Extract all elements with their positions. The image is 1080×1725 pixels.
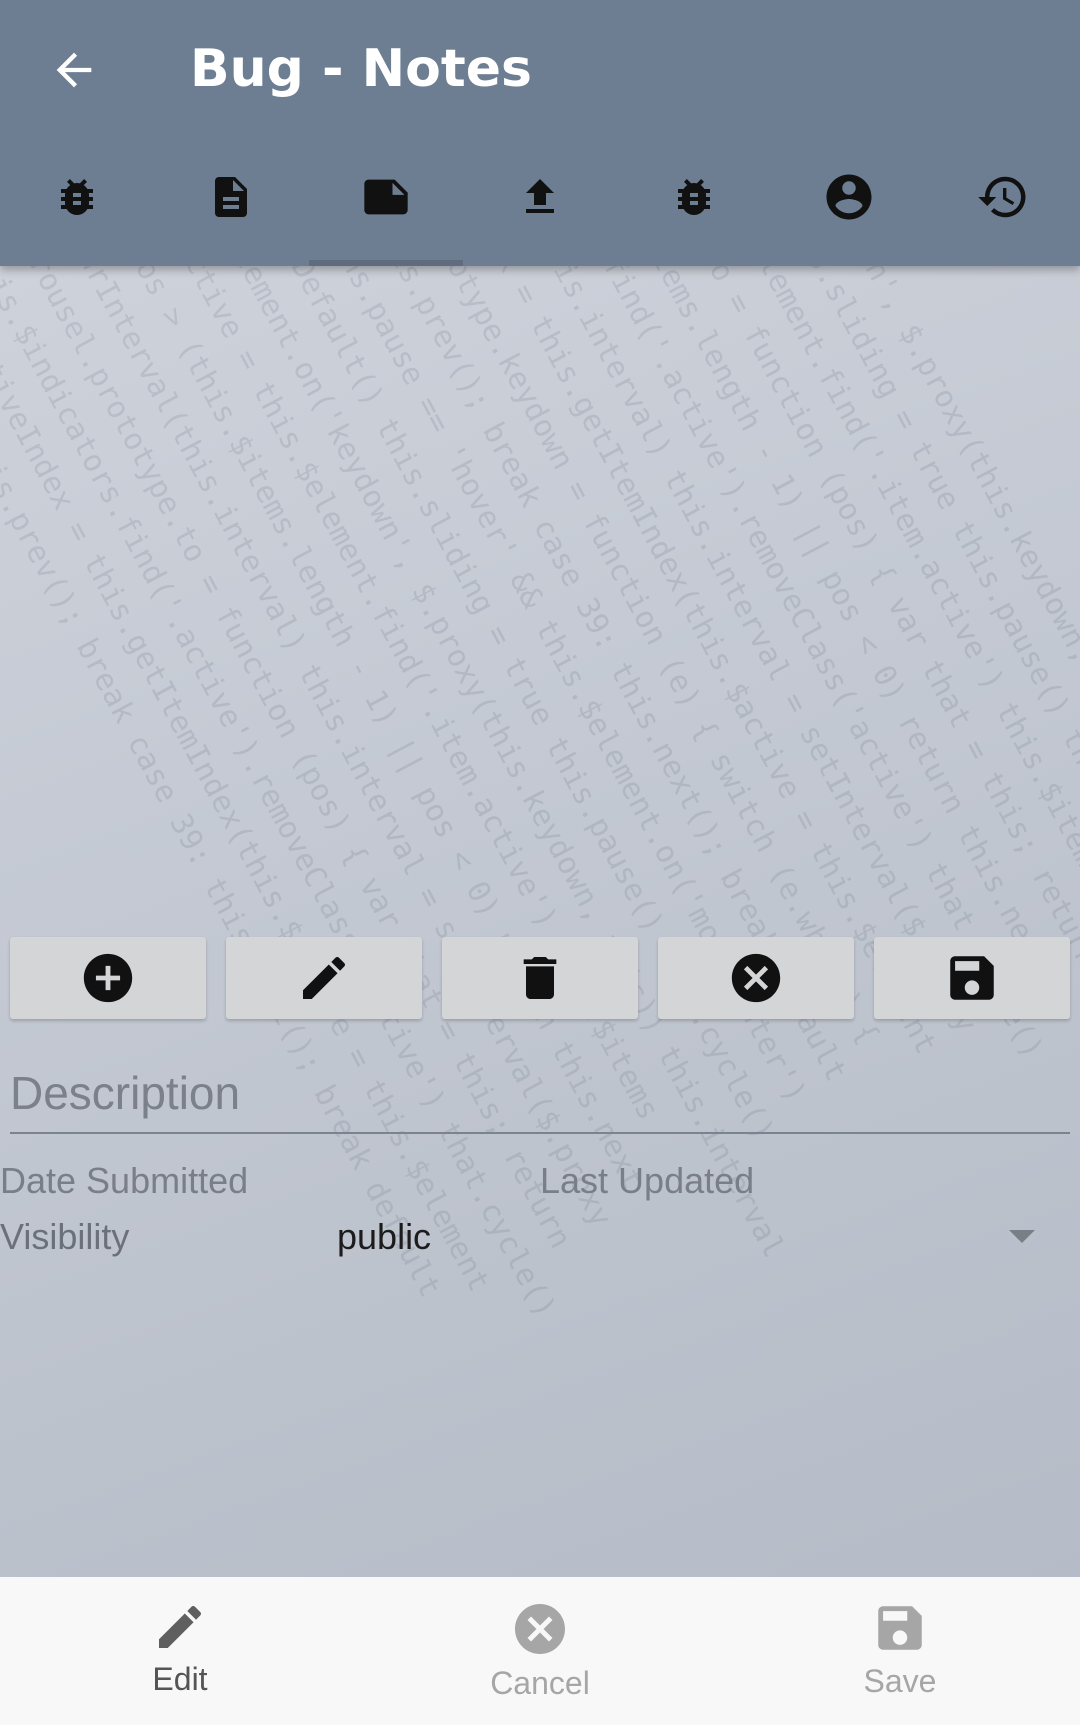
pencil-icon (303, 956, 346, 999)
document-icon (215, 177, 248, 217)
description-field (10, 1060, 1070, 1134)
cancel-button-label: Cancel (490, 1665, 590, 1701)
account-circle-icon (826, 174, 872, 220)
save-button[interactable]: Save (720, 1577, 1080, 1725)
tab-document[interactable] (154, 140, 308, 266)
history-icon (978, 176, 1026, 218)
dropdown-arrow-icon (1009, 1230, 1035, 1243)
cancel-note-button[interactable] (658, 937, 854, 1019)
last-updated-label: Last Updated (540, 1160, 755, 1201)
tab-upload[interactable] (463, 140, 617, 266)
bottom-action-bar: Edit Cancel Save (0, 1577, 1080, 1725)
visibility-value: public (337, 1216, 432, 1257)
add-note-button[interactable] (10, 937, 206, 1019)
add-circle-icon (83, 953, 133, 1003)
page-title: Bug - Notes (190, 39, 532, 99)
code-background-image: this.$element.on('keydown', $.proxy(this… (0, 266, 1080, 1324)
edit-button-label: Edit (152, 1661, 208, 1697)
save-button-label: Save (863, 1663, 937, 1699)
upload-icon (525, 179, 554, 213)
cancel-circle-icon (515, 1604, 565, 1654)
bug-icon (678, 179, 711, 215)
visibility-select[interactable]: public (330, 1206, 1050, 1268)
trash-icon (523, 957, 557, 999)
tab-history[interactable] (926, 140, 1080, 266)
cancel-circle-icon (731, 953, 781, 1003)
note-action-bar (10, 937, 1070, 1019)
tab-monitors[interactable] (771, 140, 925, 266)
date-submitted-label: Date Submitted (0, 1160, 249, 1201)
tab-bar (0, 140, 1080, 266)
cancel-button[interactable]: Cancel (360, 1577, 720, 1725)
pencil-icon (159, 1605, 202, 1648)
tab-bug-relationships[interactable] (617, 140, 771, 266)
back-button[interactable] (34, 30, 114, 110)
bug-icon (61, 179, 94, 215)
note-icon (364, 179, 408, 215)
save-note-button[interactable] (874, 937, 1070, 1019)
edit-button[interactable]: Edit (0, 1577, 360, 1725)
tab-notes[interactable] (308, 140, 464, 266)
edit-note-button[interactable] (226, 937, 422, 1019)
tab-bug-details[interactable] (0, 140, 154, 266)
save-icon (950, 956, 994, 1000)
delete-note-button[interactable] (442, 937, 638, 1019)
description-input[interactable] (10, 1060, 1070, 1126)
visibility-label: Visibility (0, 1216, 130, 1257)
arrow-back-icon (56, 52, 92, 88)
save-icon (878, 1606, 922, 1650)
app-bar: Bug - Notes (0, 0, 1080, 140)
